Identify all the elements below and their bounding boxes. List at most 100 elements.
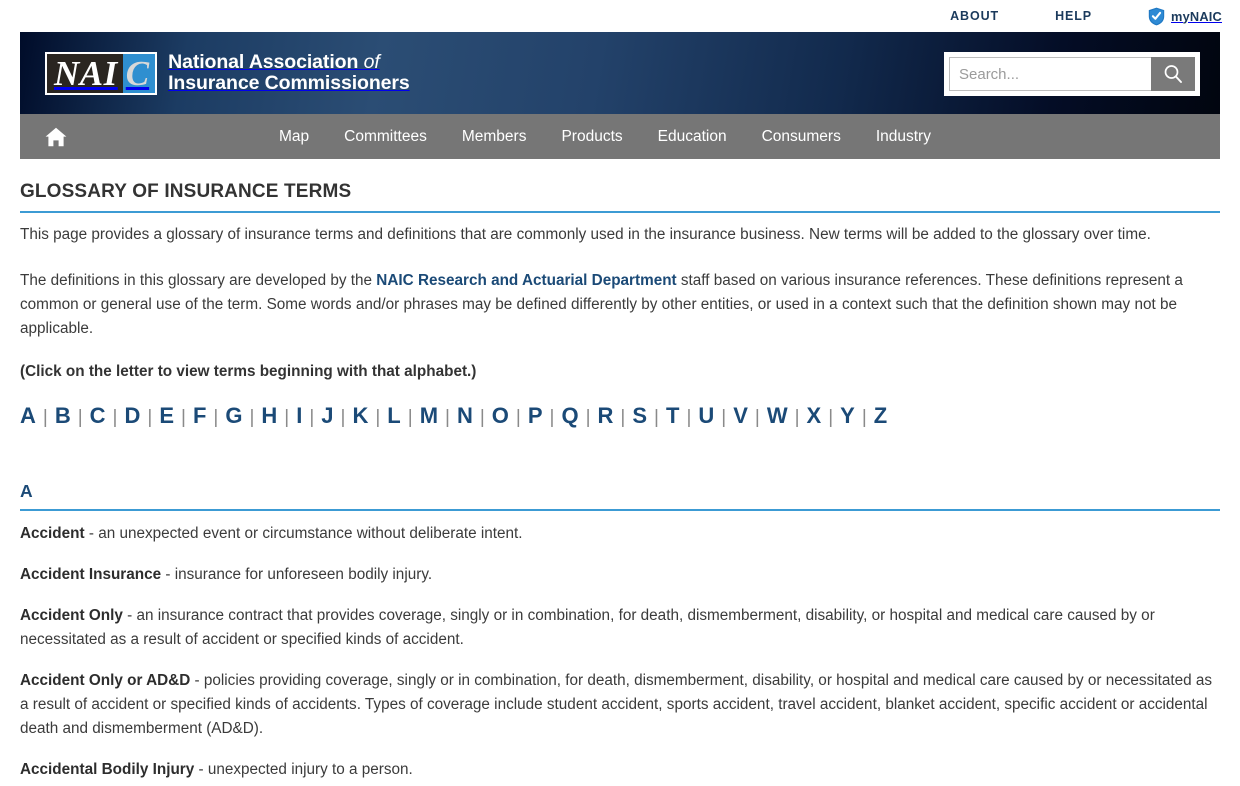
alpha-link-b[interactable]: B	[55, 403, 71, 429]
home-button[interactable]	[30, 126, 82, 148]
nav-items: Map Committees Members Products Educatio…	[279, 128, 931, 146]
alpha-link-x[interactable]: X	[807, 403, 822, 429]
alpha-separator: |	[686, 407, 692, 428]
glossary-entry: Accident Insurance - insurance for unfor…	[20, 563, 1220, 587]
alpha-separator: |	[794, 407, 800, 428]
alpha-link-u[interactable]: U	[698, 403, 714, 429]
alpha-link-m[interactable]: M	[420, 403, 438, 429]
help-link[interactable]: HELP	[1055, 9, 1092, 23]
nav-item-products[interactable]: Products	[561, 128, 622, 146]
alpha-link-s[interactable]: S	[632, 403, 647, 429]
alpha-link-f[interactable]: F	[193, 403, 206, 429]
logo-c-text: C	[122, 53, 156, 93]
entry-definition: - an unexpected event or circumstance wi…	[84, 525, 523, 542]
main-navigation: Map Committees Members Products Educatio…	[20, 114, 1220, 159]
alpha-link-t[interactable]: T	[666, 403, 679, 429]
alpha-link-y[interactable]: Y	[840, 403, 855, 429]
glossary-entries: Accident - an unexpected event or circum…	[20, 522, 1220, 782]
entry-definition: - an insurance contract that provides co…	[20, 607, 1155, 648]
glossary-entry: Accident Only or AD&D - policies providi…	[20, 669, 1220, 741]
entry-term: Accident Insurance	[20, 566, 162, 583]
nav-item-committees[interactable]: Committees	[344, 128, 427, 146]
alpha-link-k[interactable]: K	[352, 403, 368, 429]
naic-logo[interactable]: NAI C National Association of Insurance …	[45, 50, 410, 96]
alpha-link-g[interactable]: G	[225, 403, 242, 429]
nav-item-education[interactable]: Education	[658, 128, 727, 146]
naic-logo-mark: NAI C	[45, 51, 158, 95]
alpha-link-a[interactable]: A	[20, 403, 36, 429]
alpha-link-j[interactable]: J	[321, 403, 333, 429]
glossary-entry: Accident Only - an insurance contract th…	[20, 604, 1220, 652]
alpha-link-c[interactable]: C	[90, 403, 106, 429]
nav-item-consumers[interactable]: Consumers	[762, 128, 841, 146]
alpha-separator: |	[828, 407, 834, 428]
entry-term: Accident Only or AD&D	[20, 672, 191, 689]
alpha-separator: |	[407, 407, 413, 428]
utility-bar: ABOUT HELP myNAIC	[0, 0, 1240, 32]
alpha-separator: |	[654, 407, 659, 428]
alpha-separator: |	[620, 407, 626, 428]
about-link[interactable]: ABOUT	[950, 9, 999, 23]
research-actuarial-link[interactable]: NAIC Research and Actuarial Department	[376, 272, 676, 289]
alpha-link-z[interactable]: Z	[874, 403, 887, 429]
intro-paragraph-one: This page provides a glossary of insuran…	[20, 226, 1151, 243]
alpha-separator: |	[340, 407, 346, 428]
home-icon	[45, 127, 67, 146]
page-title: GLOSSARY OF INSURANCE TERMS	[20, 181, 352, 202]
search-button[interactable]	[1151, 57, 1195, 91]
nav-item-industry[interactable]: Industry	[876, 128, 931, 146]
alpha-link-v[interactable]: V	[733, 403, 748, 429]
logo-nai-text: NAI	[54, 53, 118, 93]
entry-definition: - policies providing coverage, singly or…	[20, 672, 1213, 737]
alphabet-index: A | B | C | D | E | F | G | H | I | J | …	[20, 403, 1220, 429]
alpha-link-i[interactable]: I	[296, 403, 302, 429]
logo-line-one: National Association of	[168, 52, 410, 73]
logo-national-association: National Association	[168, 51, 364, 73]
alpha-separator: |	[249, 407, 255, 428]
title-divider	[20, 211, 1220, 213]
section-heading-a: A	[20, 481, 33, 501]
alpha-separator: |	[479, 407, 485, 428]
alpha-separator: |	[42, 407, 48, 428]
alpha-link-q[interactable]: Q	[561, 403, 578, 429]
alpha-separator: |	[861, 407, 867, 428]
alpha-separator: |	[77, 407, 83, 428]
entry-term: Accident Only	[20, 607, 123, 624]
glossary-entry: Accident - an unexpected event or circum…	[20, 522, 1220, 546]
alpha-link-r[interactable]: R	[598, 403, 614, 429]
entry-term: Accidental Bodily Injury	[20, 761, 195, 778]
alpha-separator: |	[445, 407, 450, 428]
alpha-separator: |	[515, 407, 521, 428]
alpha-separator: |	[284, 407, 290, 428]
alpha-link-h[interactable]: H	[261, 403, 277, 429]
alpha-link-o[interactable]: O	[492, 403, 509, 429]
click-instruction: (Click on the letter to view terms begin…	[20, 363, 477, 380]
shield-check-icon	[1148, 7, 1165, 25]
alpha-link-w[interactable]: W	[767, 403, 788, 429]
alpha-separator: |	[112, 407, 118, 428]
alpha-separator: |	[754, 407, 760, 428]
alpha-link-d[interactable]: D	[124, 403, 140, 429]
logo-line-two: Insurance Commissioners	[168, 72, 410, 94]
alpha-separator: |	[549, 407, 555, 428]
alpha-separator: |	[585, 407, 591, 428]
section-divider	[20, 509, 1220, 511]
main-content: GLOSSARY OF INSURANCE TERMS This page pr…	[0, 181, 1240, 782]
glossary-entry: Accidental Bodily Injury - unexpected in…	[20, 758, 1220, 782]
alpha-link-e[interactable]: E	[159, 403, 174, 429]
logo-wordmark: National Association of Insurance Commis…	[168, 52, 410, 94]
alpha-link-n[interactable]: N	[457, 403, 473, 429]
alpha-separator: |	[181, 407, 186, 428]
alpha-separator: |	[375, 407, 381, 428]
alpha-link-p[interactable]: P	[528, 403, 543, 429]
alpha-link-l[interactable]: L	[387, 403, 400, 429]
alpha-separator: |	[147, 407, 153, 428]
entry-term: Accident	[20, 525, 85, 542]
logo-of: of	[363, 51, 380, 73]
search-icon	[1164, 65, 1182, 83]
nav-item-map[interactable]: Map	[279, 128, 309, 146]
alpha-separator: |	[721, 407, 727, 428]
nav-item-members[interactable]: Members	[462, 128, 527, 146]
mynaic-link[interactable]: myNAIC	[1148, 7, 1222, 26]
search-input[interactable]	[949, 57, 1151, 91]
